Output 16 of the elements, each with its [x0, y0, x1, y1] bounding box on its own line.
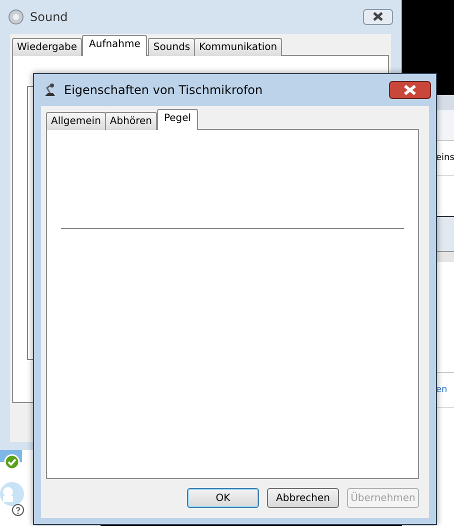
close-icon[interactable]	[363, 9, 393, 25]
label-text: eins	[436, 153, 454, 163]
dialog-title: Eigenschaften von Tischmikrofon	[64, 83, 264, 97]
close-icon[interactable]	[389, 81, 431, 99]
dialog-button[interactable]: Abbrechen	[267, 488, 339, 508]
tab[interactable]: Allgemein	[46, 112, 106, 130]
tab[interactable]: Sounds	[148, 38, 196, 56]
dialog-button[interactable]: OK	[187, 488, 259, 508]
help-icon[interactable]	[12, 504, 24, 516]
tab[interactable]: Aufnahme	[82, 35, 148, 56]
speaker-icon	[8, 9, 24, 25]
window-title: Sound	[30, 10, 69, 24]
tab[interactable]: Kommunikation	[194, 38, 282, 56]
tab[interactable]: Wiedergabe	[12, 38, 82, 56]
tab[interactable]: Pegel	[156, 109, 198, 130]
tab[interactable]: Abhören	[104, 112, 157, 130]
